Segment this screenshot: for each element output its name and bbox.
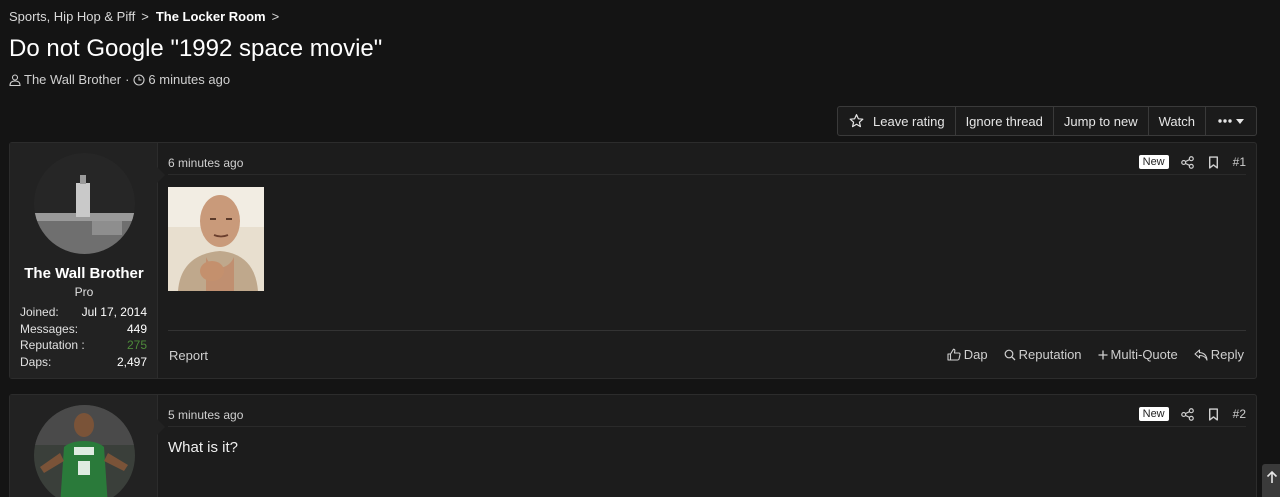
post-number[interactable]: #1 [1233,155,1246,169]
star-icon [849,114,864,128]
new-badge: New [1138,407,1169,421]
watch-button[interactable]: Watch [1149,107,1206,135]
thread-time[interactable]: 6 minutes ago [148,72,230,87]
stat-value: 275 [126,338,147,352]
report-link[interactable]: Report [169,348,208,363]
ignore-thread-button[interactable]: Ignore thread [956,107,1054,135]
post-image[interactable] [168,187,264,291]
breadcrumb-item-locker-room[interactable]: The Locker Room [156,9,266,24]
user-title: Pro [74,285,94,299]
arrow-up-icon [1266,470,1278,483]
stat-row: Daps: 2,497 [20,354,147,371]
avatar-image [34,153,135,254]
thread-meta: The Wall Brother · 6 minutes ago [9,72,230,87]
stat-row: Reputation : 275 [20,337,147,354]
scroll-to-top-button[interactable] [1262,464,1280,497]
post-header: 5 minutes ago New #2 [168,405,1246,427]
multi-quote-button[interactable]: Multi-Quote [1098,347,1178,362]
page-title: Do not Google "1992 space movie" [9,35,383,62]
jump-to-new-label: Jump to new [1063,113,1138,129]
avatar-image [34,405,135,497]
post-user-cell: The Wall Brother Pro Joined: Jul 17, 201… [10,143,165,378]
stat-label: Messages: [20,321,79,336]
user-cell-arrow [157,167,165,183]
bookmark-icon[interactable] [1208,155,1219,169]
reply-label: Reply [1210,347,1244,362]
post-username[interactable]: The Wall Brother [10,265,158,282]
bookmark-icon[interactable] [1208,407,1219,421]
stat-row: Joined: Jul 17, 2014 [20,304,147,321]
post-text: What is it? [168,439,239,456]
user-icon [9,73,21,86]
user-stats: Joined: Jul 17, 2014 Messages: 449 Reput… [20,304,147,370]
reputation-label: Reputation [1018,347,1082,362]
post-footer-actions: Dap Reputation Multi-Quote Reply [931,347,1244,362]
post-number[interactable]: #2 [1233,407,1246,421]
post-date[interactable]: 6 minutes ago [168,156,243,170]
share-icon[interactable] [1180,407,1194,421]
stat-label: Joined: [20,305,59,319]
share-icon[interactable] [1180,155,1194,169]
stat-value: 2,497 [116,354,147,369]
stat-row: Messages: 449 [20,321,147,338]
plus-icon [1098,350,1108,359]
post-user-cell [10,395,165,497]
search-icon [1004,349,1016,360]
avatar[interactable] [34,153,135,254]
ignore-thread-label: Ignore thread [965,113,1043,129]
breadcrumb: Sports, Hip Hop & Piff > The Locker Room… [9,9,286,24]
dap-button[interactable]: Dap [947,347,988,362]
thumbs-up-icon [947,348,961,361]
thread-author-link[interactable]: The Wall Brother [24,72,121,87]
ellipsis-dropdown-icon [1218,119,1244,124]
reply-icon [1194,348,1208,361]
reputation-button[interactable]: Reputation [1004,347,1082,362]
post-body: What is it? [168,439,238,456]
stat-value[interactable]: 449 [127,321,147,338]
post-tools: New #1 [1138,153,1246,171]
chevron-right-icon: > [271,9,280,24]
thread-action-bar: Leave rating Ignore thread Jump to new W… [837,106,1257,136]
chevron-right-icon: > [141,9,149,24]
clock-icon [133,73,145,86]
meta-separator: · [125,72,130,87]
watch-label: Watch [1158,113,1195,129]
stat-label: Daps: [20,354,52,369]
stat-label: Reputation : [20,338,85,352]
post-body [168,187,264,291]
leave-rating-label: Leave rating [873,113,945,129]
breadcrumb-item-sports[interactable]: Sports, Hip Hop & Piff [9,9,135,24]
dap-label: Dap [963,347,988,362]
post-date[interactable]: 5 minutes ago [168,408,243,422]
multi-quote-label: Multi-Quote [1110,347,1178,362]
post-tools: New #2 [1138,405,1246,423]
post-header: 6 minutes ago New #1 [168,153,1246,175]
avatar[interactable] [34,405,135,497]
post-footer: Report Dap Reputation Multi-Quote Reply [168,330,1246,378]
new-badge: New [1138,155,1169,169]
leave-rating-button[interactable]: Leave rating [838,107,956,135]
post: 5 minutes ago New #2 What is it? [9,394,1257,497]
more-options-button[interactable] [1206,107,1264,135]
post: The Wall Brother Pro Joined: Jul 17, 201… [9,142,1257,379]
user-cell-arrow [157,419,165,435]
reply-button[interactable]: Reply [1194,347,1244,362]
stat-value: Jul 17, 2014 [81,305,147,319]
jump-to-new-button[interactable]: Jump to new [1054,107,1149,135]
